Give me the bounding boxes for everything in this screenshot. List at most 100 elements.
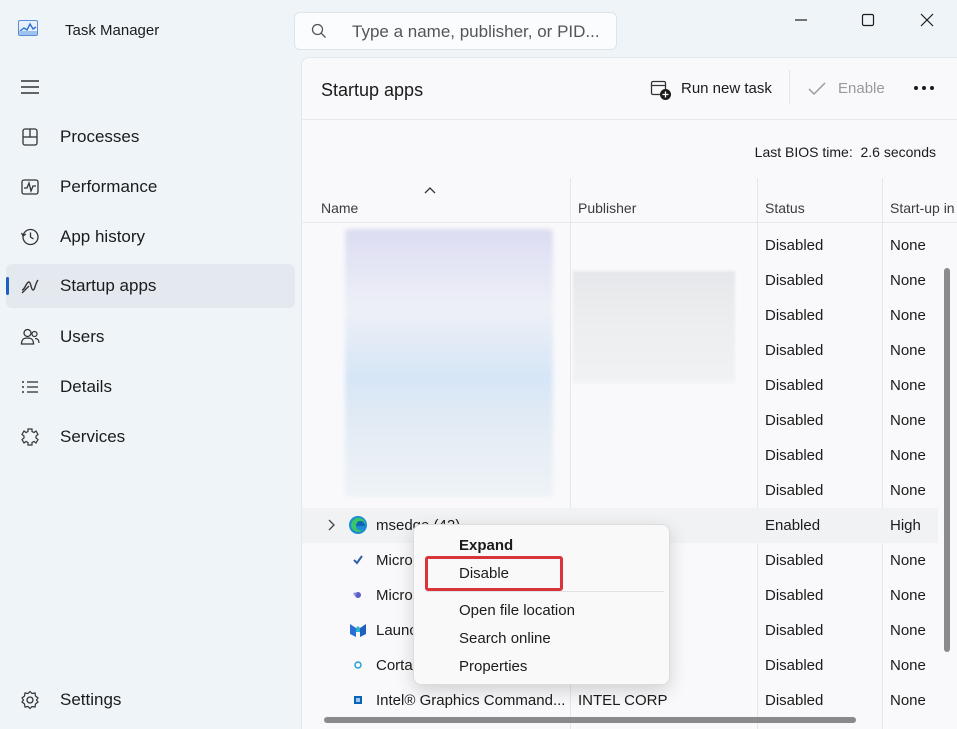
settings-label: Settings [60,690,122,709]
status-cell: Disabled [765,342,824,359]
impact-cell: None [890,237,926,254]
context-menu: Expand Disable Open file location Search… [413,524,670,685]
launcher-app-icon [350,624,366,637]
check-app-icon [353,555,363,565]
impact-cell: High [890,517,921,534]
search-icon [311,23,326,38]
table-row[interactable]: Disabled None [302,473,938,508]
name-cell: Micro [376,552,413,569]
sidebar-item-processes[interactable]: Processes [6,115,295,159]
details-icon [22,381,38,393]
maximize-icon[interactable] [853,8,883,32]
column-header-name[interactable]: Name [321,200,358,216]
name-cell: Intel® Graphics Command... [376,692,566,709]
sidebar-item-services[interactable]: Services [6,415,295,459]
sidebar-item-performance[interactable]: Performance [6,165,295,209]
impact-cell: None [890,307,926,324]
main-header: Startup apps Run new task Enable [302,58,957,120]
search-box[interactable]: Type a name, publisher, or PID... [294,12,617,50]
status-cell: Disabled [765,552,824,569]
sidebar-item-label: App history [60,227,146,246]
checkmark-icon [808,82,826,96]
name-cell: Cortar [376,657,418,674]
disable-highlight-box [425,556,563,591]
startup-apps-icon [21,279,39,294]
sidebar-item-label: Startup apps [60,276,157,295]
menu-item-search-online[interactable]: Search online [459,630,551,647]
column-header-startup-impact[interactable]: Start-up in [890,200,957,216]
status-cell: Disabled [765,657,824,674]
table-row[interactable]: Disabled None [302,403,938,438]
status-cell: Disabled [765,622,824,639]
status-cell: Disabled [765,587,824,604]
impact-cell: None [890,657,926,674]
impact-cell: None [890,482,926,499]
impact-cell: None [890,692,926,709]
run-new-task-label: Run new task [681,80,772,97]
hamburger-menu-icon[interactable] [20,79,40,95]
bios-value: 2.6 seconds [860,144,937,160]
search-input[interactable]: Type a name, publisher, or PID... [352,22,600,42]
sidebar-item-settings[interactable]: Settings [6,678,295,722]
minimize-icon[interactable] [786,8,816,32]
column-header-status[interactable]: Status [765,200,805,216]
teams-app-icon [353,592,361,598]
table-row[interactable]: Intel® Graphics Command... INTEL CORP Di… [302,683,938,718]
column-header-publisher[interactable]: Publisher [578,200,636,216]
impact-cell: None [890,377,926,394]
menu-item-open-file-location[interactable]: Open file location [459,602,575,619]
task-manager-icon [18,20,38,36]
status-cell: Enabled [765,517,821,534]
processes-icon [22,128,38,146]
sidebar-item-label: Details [60,377,112,396]
sidebar-item-label: Performance [60,177,158,196]
sidebar-item-label: Processes [60,127,140,146]
status-cell: Disabled [765,692,824,709]
sidebar: Processes Performance App history Startu… [0,56,300,729]
status-cell: Disabled [765,237,824,254]
impact-cell: None [890,447,926,464]
impact-cell: None [890,412,926,429]
table-row[interactable]: Disabled None [302,228,938,263]
sidebar-item-details[interactable]: Details [6,365,295,409]
vertical-scrollbar[interactable] [944,268,950,652]
cortana-icon [354,661,362,669]
sidebar-item-app-history[interactable]: App history [6,215,295,259]
status-cell: Disabled [765,447,824,464]
users-icon [20,328,40,345]
close-icon[interactable] [912,8,942,32]
menu-item-expand[interactable]: Expand [459,537,513,554]
toolbar-divider [789,70,790,104]
performance-icon [21,179,39,195]
impact-cell: None [890,552,926,569]
sidebar-item-startup-apps[interactable]: Startup apps [6,264,295,308]
table-row[interactable]: Disabled None [302,263,938,298]
page-title: Startup apps [321,80,424,100]
sidebar-item-label: Services [60,427,126,446]
more-options-icon[interactable] [910,78,938,98]
menu-divider [426,591,664,592]
edge-icon [349,516,367,534]
sidebar-item-users[interactable]: Users [6,315,295,359]
enable-label: Enable [838,80,885,97]
services-icon [21,428,39,446]
status-cell: Disabled [765,307,824,324]
status-cell: Disabled [765,272,824,289]
app-history-icon [20,228,39,246]
table-row[interactable]: Disabled None [302,298,938,333]
chevron-right-icon[interactable] [326,518,336,532]
horizontal-scrollbar[interactable] [324,717,856,723]
table-row[interactable]: Disabled None [302,333,938,368]
title-bar: Task Manager Type a name, publisher, or … [0,0,957,56]
header-divider [302,222,957,223]
impact-cell: None [890,342,926,359]
menu-item-properties[interactable]: Properties [459,658,527,675]
app-title: Task Manager [65,22,160,39]
name-cell: Micro [376,587,413,604]
sort-ascending-icon[interactable] [424,186,436,194]
table-row[interactable]: Disabled None [302,368,938,403]
table-row[interactable]: Disabled None [302,438,938,473]
name-cell: Launc [376,622,417,639]
last-bios-time: Last BIOS time: 2.6 seconds [755,144,936,160]
status-cell: Disabled [765,482,824,499]
